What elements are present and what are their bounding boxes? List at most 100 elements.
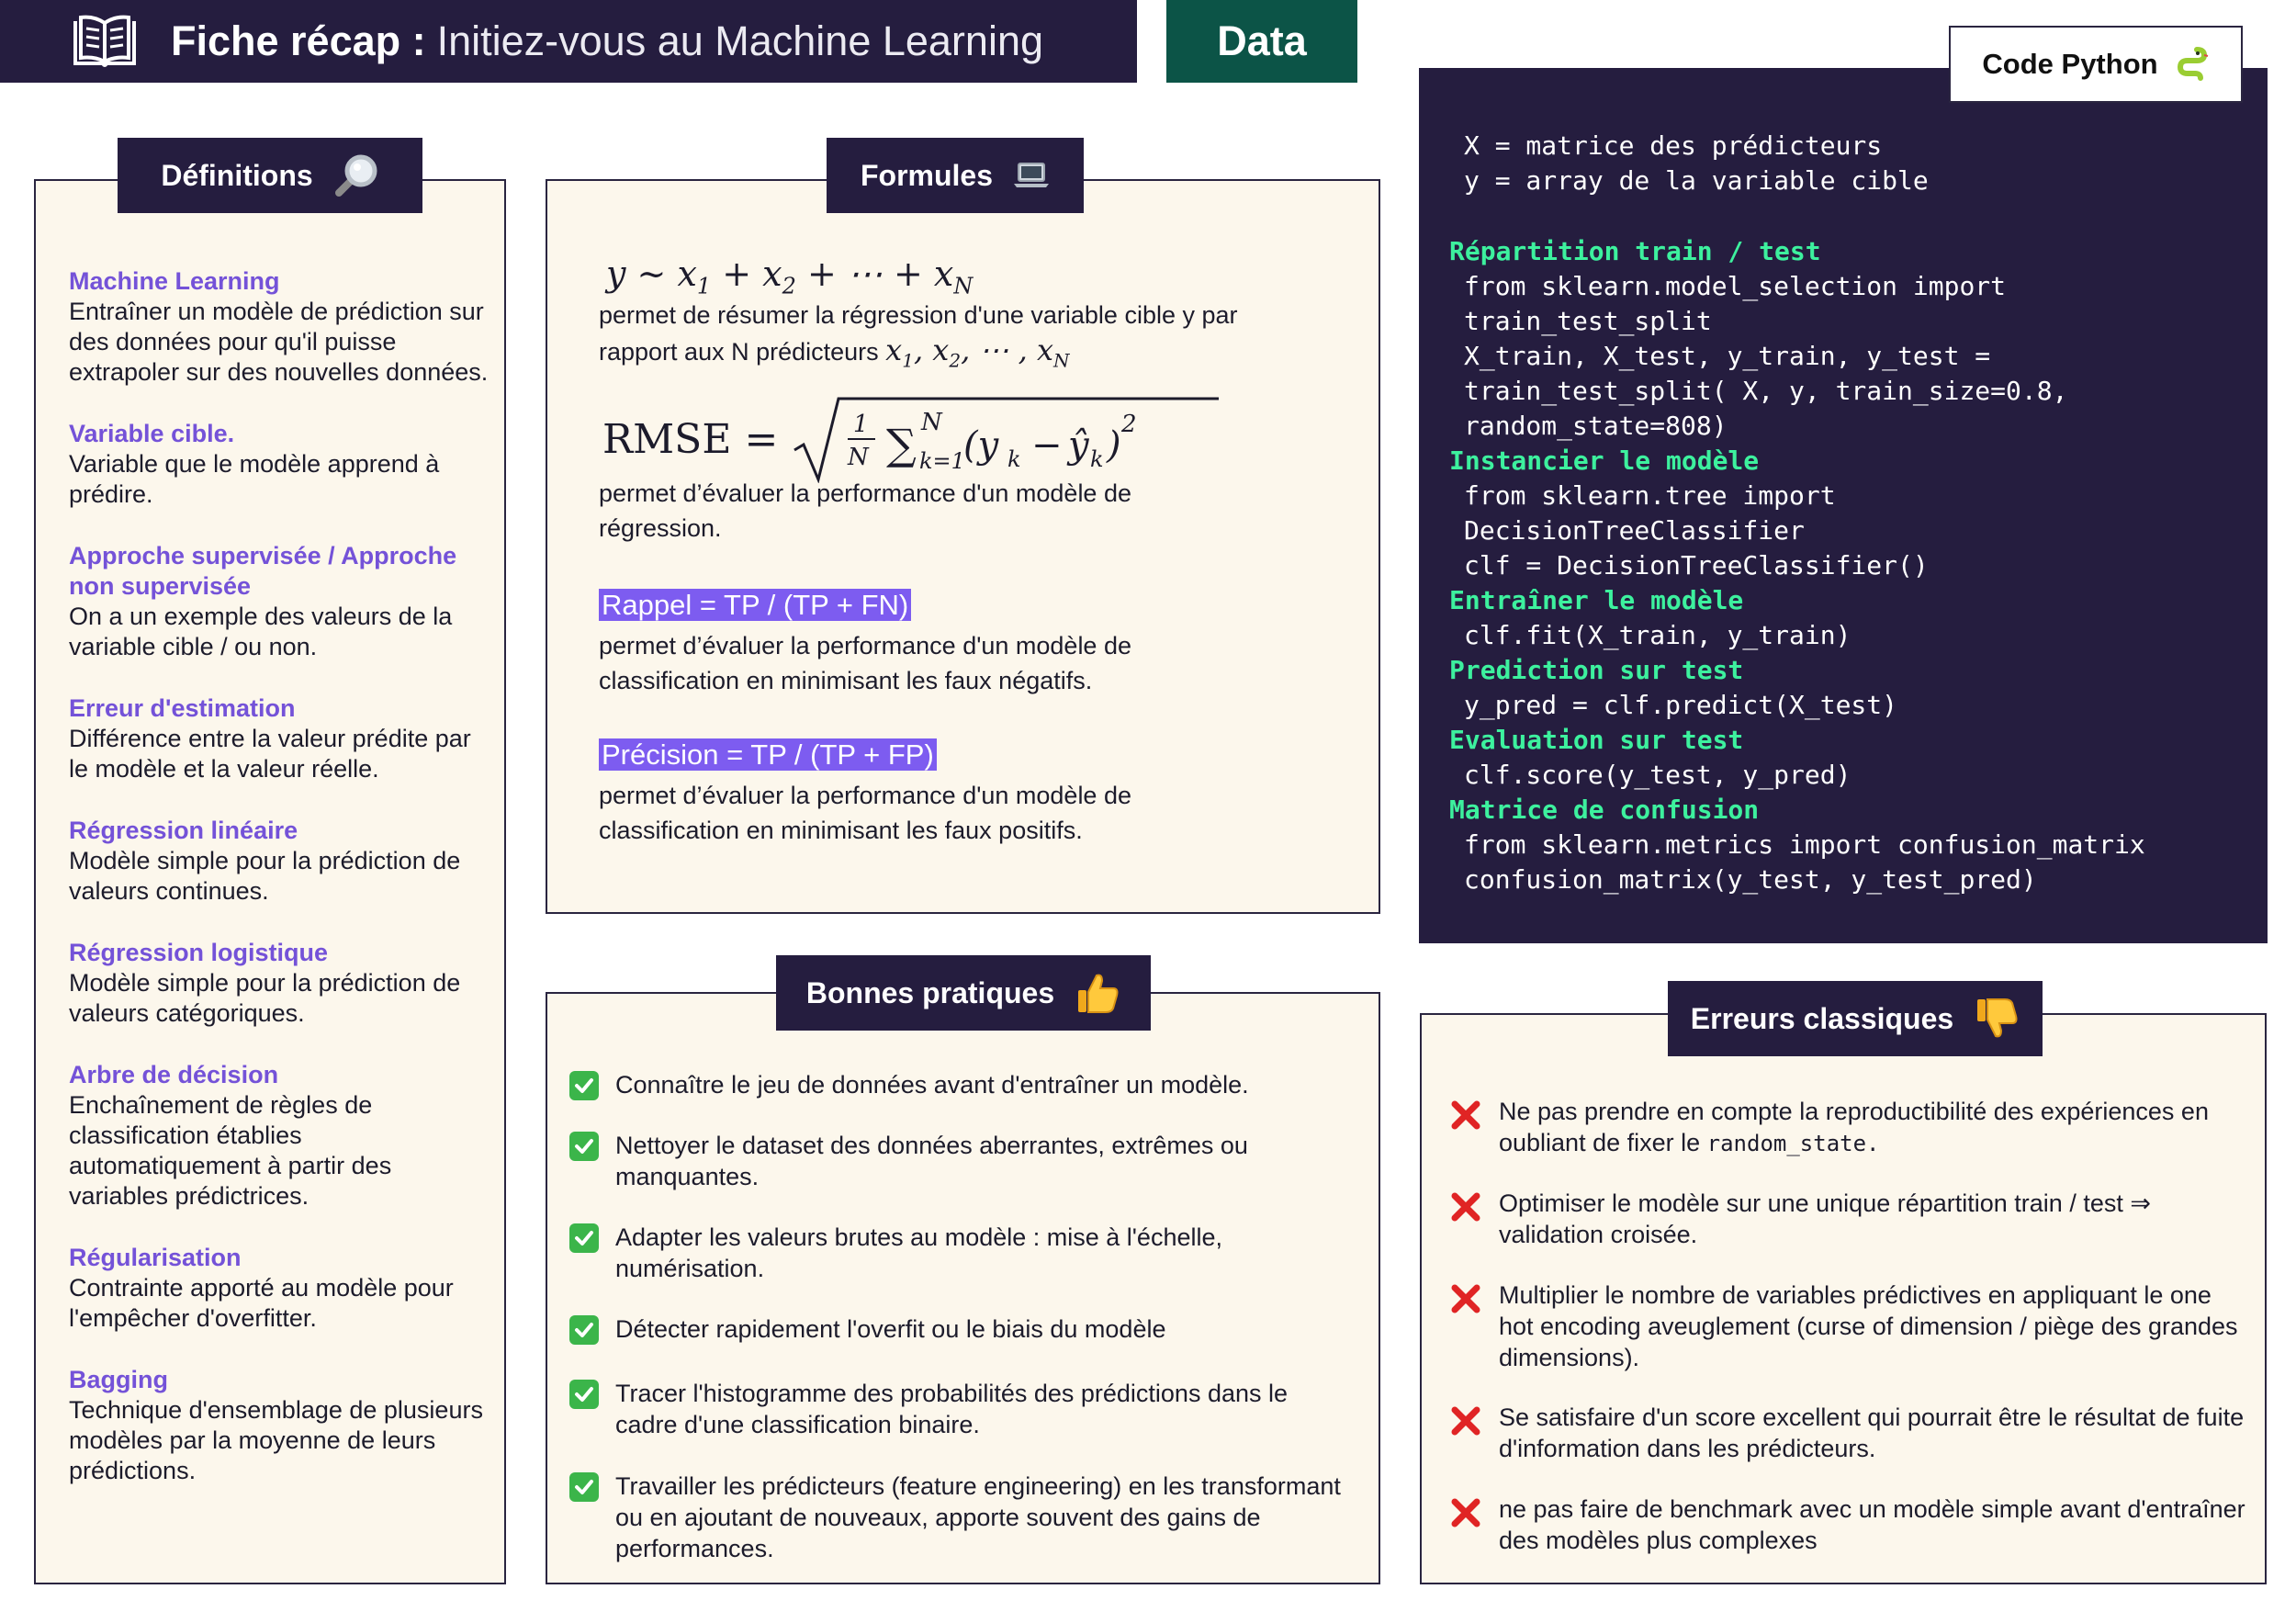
svg-text:N: N [847,444,870,471]
formula-recall: Rappel = TP / (TP + FN) [599,588,912,624]
definition-item: Approche supervisée / Approche non super… [69,541,491,662]
definition-desc: Contrainte apporté au modèle pour l'empê… [69,1274,454,1332]
good-practice-item: Tracer l'histogramme des probabilités de… [615,1380,1289,1438]
code-line: y = array de la variable cible [1464,165,1929,196]
svg-text:k: k [1007,446,1021,472]
thumbs-down-icon [1977,998,2018,1038]
definition-item: Arbre de décision Enchaînement de règles … [69,1060,491,1212]
definitions-tab: Définitions [118,138,422,213]
code-section-header: Matrice de confusion [1449,795,1760,825]
data-tag: Data [1166,0,1357,83]
cross-mark-icon [1449,1099,1482,1132]
code-line: random_state=808) [1464,411,1728,441]
formula-precision: Précision = TP / (TP + FP) [599,738,937,773]
definition-term: Arbre de décision [69,1061,279,1088]
formula-regression: y ∼ x1 + x2 + ⋯ + xN [606,254,974,299]
code-line: train_test_split( X, y, train_size=0.8, [1464,376,2068,406]
definition-item: Régression logistique Modèle simple pour … [69,938,491,1029]
check-mark-icon [569,1223,599,1253]
definition-desc: Modèle simple pour la prédiction de vale… [69,969,461,1027]
svg-text:k: k [1090,446,1104,472]
code-line: train_test_split [1464,306,1712,336]
definition-term: Régression logistique [69,939,329,966]
good-practice-item: Détecter rapidement l'overfit ou le biai… [615,1315,1166,1343]
formula-rmse-desc: permet d’évaluer la performance d'un mod… [599,479,1131,542]
code-section-header: Répartition train / test [1449,236,1821,266]
good-practice-item: Adapter les valeurs brutes au modèle : m… [615,1223,1222,1282]
page-title: Initiez-vous au Machine Learning [436,17,1043,64]
svg-text:k=1: k=1 [919,448,965,474]
code-line: clf.score(y_test, y_pred) [1464,760,1851,790]
check-mark-icon [569,1380,599,1409]
cross-mark-icon [1449,1190,1482,1223]
code-section-header: Evaluation sur test [1449,725,1744,755]
svg-text:∑: ∑ [886,420,917,469]
open-book-icon [73,15,136,67]
header-bar: Fiche récap : Initiez-vous au Machine Le… [0,0,1137,83]
definition-desc: Entraîner un modèle de prédiction sur de… [69,298,489,386]
svg-text:): ) [1106,424,1121,467]
good-practice-item: Connaître le jeu de données avant d'entr… [615,1071,1249,1099]
svg-text:2: 2 [1120,411,1137,438]
definition-desc: Variable que le modèle apprend à prédire… [69,450,440,508]
code-line: from sklearn.metrics import confusion_ma… [1464,829,2145,860]
definition-desc: Technique d'ensemblage de plusieurs modè… [69,1396,483,1484]
svg-text:N: N [920,409,943,436]
formulas-title: Formules [860,158,994,192]
error-item: ne pas faire de benchmark avec un modèle… [1499,1495,2245,1554]
definition-term: Régularisation [69,1244,242,1271]
thumbs-up-icon [1078,974,1119,1013]
sqrt-radical: 1 N ∑ N k=1 (y k − ŷ k ) 2 [793,397,1220,483]
code-tab: Code Python [1949,26,2243,103]
cross-mark-icon [1449,1404,1482,1437]
formulas-tab: Formules [827,138,1084,213]
svg-text:ŷ: ŷ [1066,424,1090,467]
definition-term: Erreur d'estimation [69,694,296,722]
definition-desc: Enchaînement de règles de classification… [69,1091,392,1210]
formula-recall-desc: permet d’évaluer la performance d'un mod… [599,632,1131,694]
check-mark-icon [569,1132,599,1161]
definition-term: Régression linéaire [69,817,298,844]
definition-item: Machine Learning Entraîner un modèle de p… [69,266,491,388]
code-line: X_train, X_test, y_train, y_test = [1464,341,1991,371]
code-line: from sklearn.model_selection import [1464,271,2007,301]
code-line: clf.fit(X_train, y_train) [1464,620,1851,650]
check-mark-icon [569,1315,599,1345]
code-title: Code Python [1982,48,2158,80]
definition-desc: On a un exemple des valeurs de la variab… [69,603,453,660]
code-section-header: Prediction sur test [1449,655,1744,685]
definition-item: Régression linéaire Modèle simple pour la… [69,816,491,907]
definition-desc: Modèle simple pour la prédiction de vale… [69,847,461,905]
page-title-bold: Fiche récap : [171,17,426,64]
laptop-icon [1014,163,1050,187]
code-line: confusion_matrix(y_test, y_test_pred) [1464,864,2037,895]
error-item: Ne pas prendre en compte la reproductibi… [1499,1098,2209,1156]
code-line: DecisionTreeClassifier [1464,515,1805,546]
code-section-header: Instancier le modèle [1449,445,1760,476]
definition-term: Bagging [69,1366,168,1393]
svg-text:−: − [1031,424,1063,467]
magnifying-glass-icon [334,154,377,197]
definition-item: Variable cible. Variable que le modèle ap… [69,419,491,510]
python-snake-icon [2177,47,2208,81]
definition-item: Bagging Technique d'ensemblage de plusieu… [69,1365,491,1486]
error-item: Multiplier le nombre de variables prédic… [1499,1281,2238,1371]
good-practices-tab: Bonnes pratiques [776,955,1151,1031]
definition-term: Machine Learning [69,267,280,295]
errors-tab: Erreurs classiques [1668,981,2043,1056]
good-practices-title: Bonnes pratiques [805,975,1055,1009]
error-item: Se satisfaire d'un score excellent qui p… [1499,1403,2245,1462]
formula-precision-desc: permet d’évaluer la performance d'un mod… [599,782,1131,844]
definition-term: Variable cible. [69,420,235,447]
svg-text:1: 1 [853,411,869,438]
definition-term: Approche supervisée / Approche non super… [69,542,457,600]
good-practice-item: Travailler les prédicteurs (feature engi… [615,1472,1341,1562]
code-line: X = matrice des prédicteurs [1464,130,1883,161]
good-practice-item: Nettoyer le dataset des données aberrant… [615,1132,1248,1190]
errors-title: Erreurs classiques [1690,1001,1954,1035]
cross-mark-icon [1449,1282,1482,1315]
svg-text:(y: (y [963,424,1000,467]
definition-item: Régularisation Contrainte apporté au modè… [69,1243,491,1334]
definition-desc: Différence entre la valeur prédite par l… [69,725,471,783]
formula-rmse: RMSE = 1 N ∑ N k=1 (y k − ŷ k ) 2 [602,393,1222,485]
